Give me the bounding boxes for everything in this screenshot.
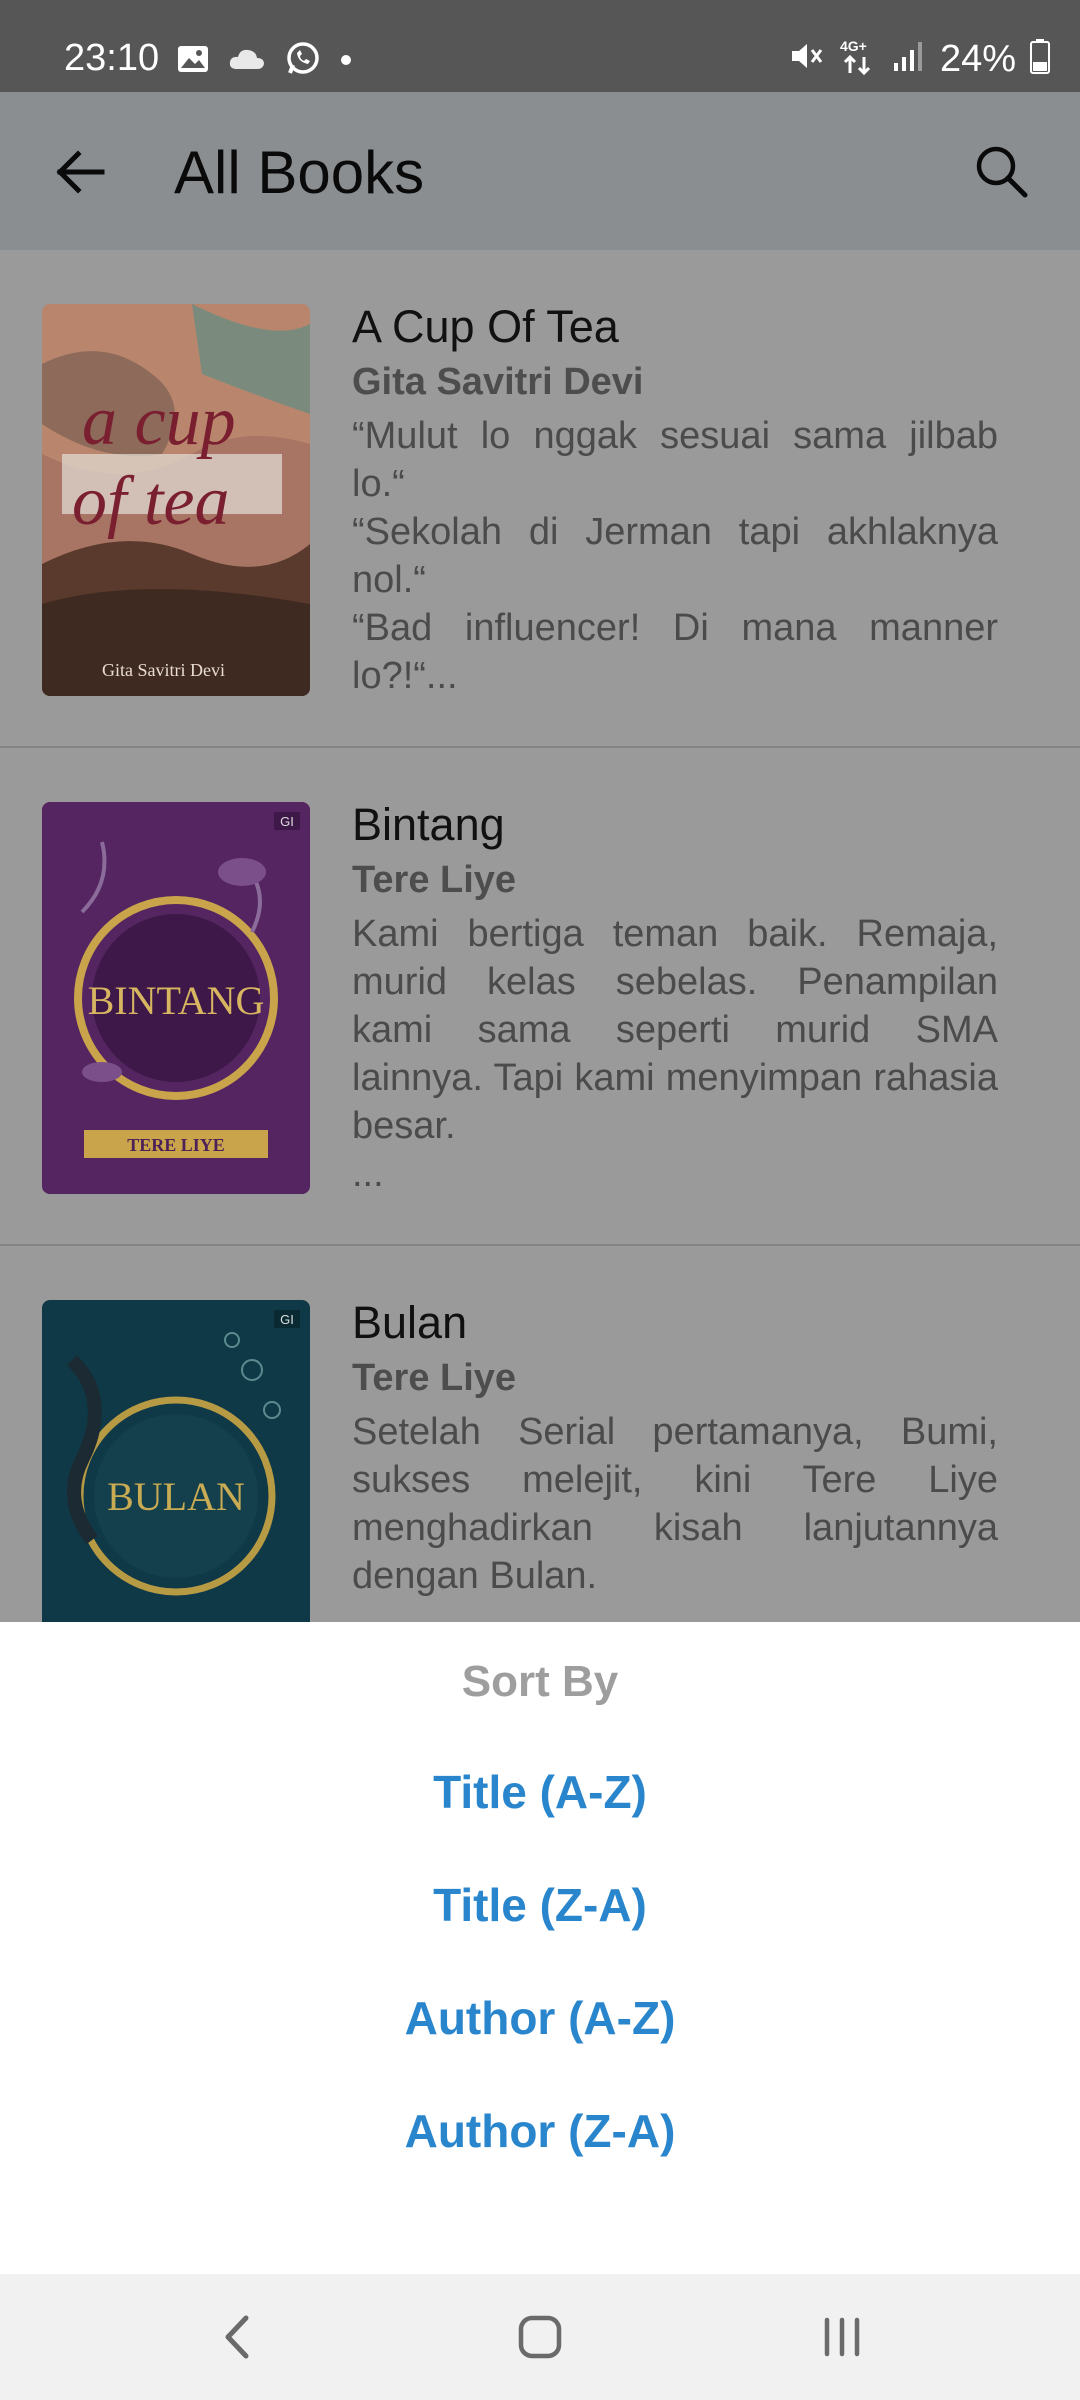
whatsapp-icon — [284, 40, 322, 83]
sort-option-title-desc[interactable]: Title (Z-A) — [0, 1877, 1080, 1933]
sort-option-author-desc[interactable]: Author (Z-A) — [0, 2103, 1080, 2159]
back-icon — [225, 2315, 249, 2359]
sort-sheet-title: Sort By — [461, 1657, 619, 1706]
search-button[interactable] — [966, 136, 1036, 206]
cover-title-line2: of tea — [72, 463, 229, 540]
cover-art: BULAN GI — [42, 1300, 310, 1622]
book-item[interactable]: BULAN GI Bulan Tere Liye Setelah Serial … — [0, 1246, 1080, 1622]
book-description: Setelah Serial pertamanya, Bumi, sukses … — [352, 1411, 998, 1597]
book-author: Gita Savitri Devi — [352, 361, 644, 403]
status-bar: 23:10 4G+ 24% — [0, 0, 1080, 92]
network-label: 4G+ — [840, 38, 867, 54]
cover-badge: GI — [280, 814, 294, 829]
status-right: 4G+ 24% — [788, 36, 1050, 81]
status-left-icons — [176, 40, 352, 83]
home-icon — [518, 2315, 562, 2359]
cover-author: TERE LIYE — [127, 1135, 225, 1155]
cover-badge: GI — [280, 1312, 294, 1327]
book-info: Bulan Tere Liye Setelah Serial pertamany… — [352, 1296, 998, 1600]
nav-back-button[interactable] — [196, 2304, 276, 2370]
page-title: All Books — [174, 139, 425, 206]
book-cover: BULAN GI — [42, 1300, 310, 1622]
cover-art: a cup of tea Gita Savitri Devi — [42, 304, 310, 696]
book-info: Bintang Tere Liye Kami bertiga teman bai… — [352, 798, 998, 1198]
nav-recents-button[interactable] — [802, 2304, 882, 2370]
cloud-icon — [228, 45, 266, 78]
sort-bottom-sheet: Sort By Title (A-Z) Title (Z-A) Author (… — [0, 1622, 1080, 2274]
book-description: “Mulut lo nggak sesuai sama jilbab lo.“ … — [352, 415, 998, 697]
cover-title: BULAN — [107, 1474, 245, 1519]
book-author: Tere Liye — [352, 1357, 517, 1399]
dot-icon — [340, 53, 352, 71]
book-title: Bintang — [352, 799, 505, 850]
book-author: Tere Liye — [352, 859, 517, 901]
book-info: A Cup Of Tea Gita Savitri Devi “Mulut lo… — [352, 300, 998, 700]
sort-option-title-asc[interactable]: Title (A-Z) — [0, 1764, 1080, 1820]
system-nav-bar — [0, 2274, 1080, 2400]
book-cover: a cup of tea Gita Savitri Devi — [42, 304, 310, 696]
nav-home-button[interactable] — [500, 2304, 580, 2370]
battery-percent: 24% — [939, 37, 1016, 80]
cover-title-line1: a cup — [82, 383, 236, 460]
app-bar: All Books — [0, 92, 1080, 250]
cover-author: Gita Savitri Devi — [102, 660, 225, 680]
sort-option-author-asc[interactable]: Author (A-Z) — [0, 1990, 1080, 2046]
back-button[interactable] — [48, 140, 112, 204]
book-cover: BINTANG TERE LIYE GI — [42, 802, 310, 1194]
book-item[interactable]: a cup of tea Gita Savitri Devi A Cup Of … — [0, 250, 1080, 748]
book-item[interactable]: BINTANG TERE LIYE GI Bintang Tere Liye K… — [0, 748, 1080, 1246]
signal-icon — [892, 39, 926, 78]
arrow-left-icon — [56, 150, 105, 194]
cover-title: BINTANG — [88, 978, 265, 1023]
book-title: Bulan — [352, 1297, 468, 1348]
recents-icon — [824, 2317, 860, 2357]
4g-data-icon: 4G+ — [838, 36, 878, 81]
mute-icon — [788, 38, 824, 79]
gallery-icon — [176, 42, 210, 81]
book-description: Kami bertiga teman baik. Remaja, murid k… — [352, 913, 998, 1195]
book-list: a cup of tea Gita Savitri Devi A Cup Of … — [0, 250, 1080, 1622]
battery-icon — [1030, 38, 1050, 79]
cover-art: BINTANG TERE LIYE GI — [42, 802, 310, 1194]
status-time: 23:10 — [64, 37, 160, 79]
search-icon — [976, 146, 1028, 198]
book-title: A Cup Of Tea — [352, 301, 619, 352]
